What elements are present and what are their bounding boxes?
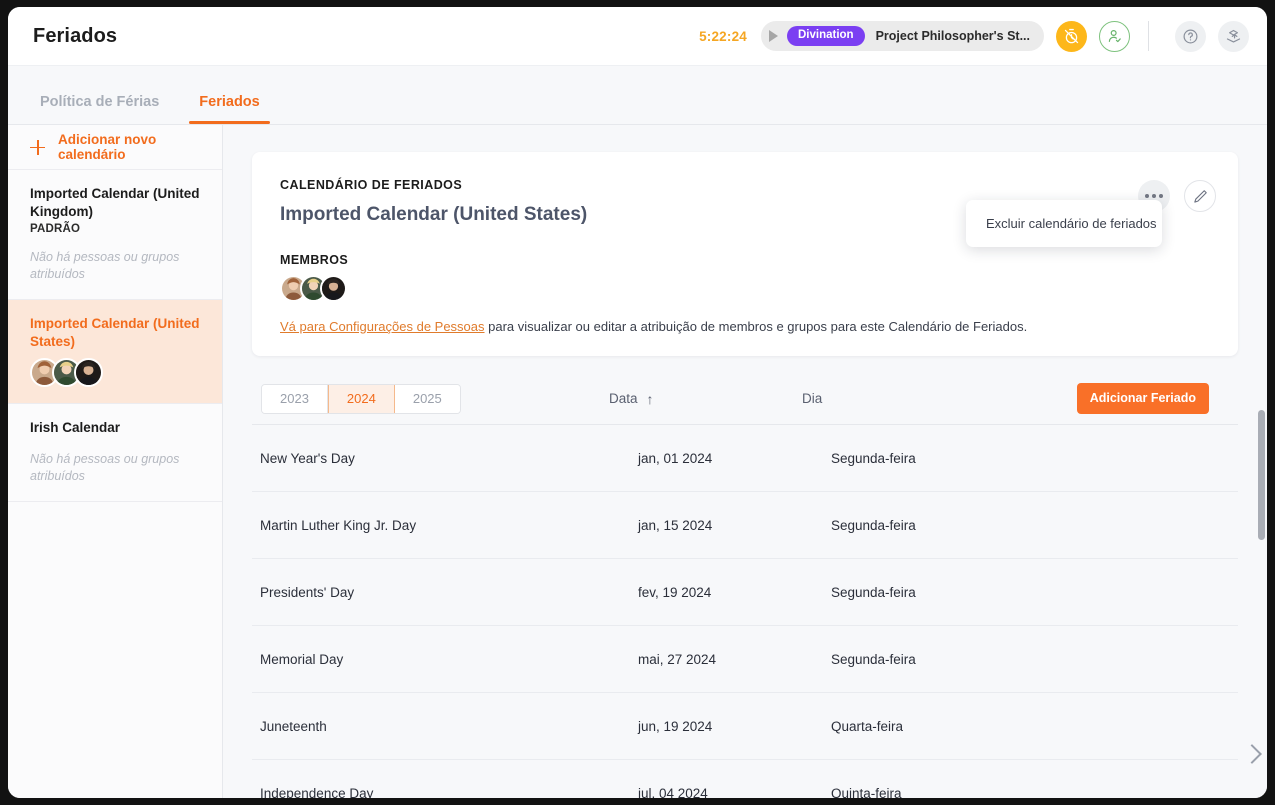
plus-icon xyxy=(30,139,45,155)
top-bar: Feriados 5:22:24 Divination Project Phil… xyxy=(8,7,1267,66)
sidebar-item-irish-calendar[interactable]: Irish Calendar Não há pessoas ou grupos … xyxy=(8,404,222,502)
holiday-date: jun, 19 2024 xyxy=(638,718,713,734)
add-calendar-button[interactable]: Adicionar novo calendário xyxy=(8,125,222,170)
holiday-day: Quarta-feira xyxy=(831,718,904,734)
holiday-name: Presidents' Day xyxy=(260,584,355,600)
holiday-name: Martin Luther King Jr. Day xyxy=(260,517,417,533)
table-header: 2023 2024 2025 Data ↑ Dia Adicionar Feri… xyxy=(252,373,1238,425)
no-members-text: Não há pessoas ou grupos atribuídos xyxy=(30,452,180,483)
calendar-name: Irish Calendar xyxy=(30,420,121,435)
table-row[interactable]: Presidents' Day fev, 19 2024 Segunda-fei… xyxy=(252,559,1238,626)
stopwatch-off-icon[interactable] xyxy=(1056,20,1087,52)
timer-display: 5:22:24 xyxy=(699,28,747,44)
people-settings-link[interactable]: Vá para Configurações de Pessoas xyxy=(280,319,485,334)
play-icon[interactable] xyxy=(769,30,778,42)
holiday-name: Juneteenth xyxy=(260,718,327,734)
holiday-day: Segunda-feira xyxy=(831,584,916,600)
avatar xyxy=(320,275,347,302)
column-header-data-label: Data xyxy=(609,391,638,406)
sidebar-item-calendar-us[interactable]: Imported Calendar (United States) xyxy=(8,300,222,404)
members-note-rest: para visualizar ou editar a atribuição d… xyxy=(484,319,1028,334)
calendar-sidebar: Adicionar novo calendário Imported Calen… xyxy=(8,125,223,798)
year-tab-2025[interactable]: 2025 xyxy=(394,384,460,413)
add-holiday-button[interactable]: Adicionar Feriado xyxy=(1076,383,1209,414)
calendar-name: Imported Calendar (United Kingdom) xyxy=(30,186,200,219)
column-header-data[interactable]: Data ↑ xyxy=(609,391,654,407)
table-row[interactable]: Independence Day jul, 04 2024 Quinta-fei… xyxy=(252,760,1238,799)
pencil-icon[interactable] xyxy=(1184,180,1216,212)
calendar-detail-card: CALENDÁRIO DE FERIADOS Imported Calendar… xyxy=(252,152,1238,356)
no-members-text: Não há pessoas ou grupos atribuídos xyxy=(30,250,180,281)
table-row[interactable]: New Year's Day jan, 01 2024 Segunda-feir… xyxy=(252,425,1238,492)
members-note: Vá para Configurações de Pessoas para vi… xyxy=(280,319,1210,334)
project-badge: Divination xyxy=(787,25,865,47)
user-check-icon[interactable] xyxy=(1099,20,1130,52)
holiday-day: Segunda-feira xyxy=(831,450,916,466)
holiday-date: jul, 04 2024 xyxy=(638,785,708,799)
ellipsis-dots xyxy=(1145,194,1163,198)
holidays-table: 2023 2024 2025 Data ↑ Dia Adicionar Feri… xyxy=(223,373,1267,798)
sort-ascending-icon[interactable]: ↑ xyxy=(647,391,654,407)
holiday-day: Segunda-feira xyxy=(831,517,916,533)
default-badge: PADRÃO xyxy=(30,223,81,235)
page-title: Feriados xyxy=(33,24,118,47)
holiday-date: jan, 01 2024 xyxy=(638,450,713,466)
toolbar-divider xyxy=(1148,21,1149,51)
tab-feriados[interactable]: Feriados xyxy=(189,94,271,124)
vertical-scrollbar[interactable] xyxy=(1258,410,1265,540)
table-row[interactable]: Juneteenth jun, 19 2024 Quarta-feira xyxy=(252,693,1238,760)
calendar-name: Imported Calendar (United States) xyxy=(30,316,200,349)
holiday-name: New Year's Day xyxy=(260,450,355,466)
holiday-day: Quinta-feira xyxy=(831,785,902,799)
holiday-date: fev, 19 2024 xyxy=(638,584,712,600)
tab-politica-de-ferias[interactable]: Política de Férias xyxy=(36,94,163,124)
card-member-avatars xyxy=(280,275,1210,302)
section-tabs: Política de Férias Feriados xyxy=(8,66,1267,125)
sidebar-item-calendar-uk[interactable]: Imported Calendar (United Kingdom) PADRÃ… xyxy=(8,170,222,300)
member-avatars xyxy=(30,358,204,387)
delete-calendar-menu-item[interactable]: Excluir calendário de feriados xyxy=(986,216,1157,231)
add-calendar-label: Adicionar novo calendário xyxy=(58,132,157,162)
holiday-date: jan, 15 2024 xyxy=(638,517,713,533)
question-mark-icon[interactable] xyxy=(1175,20,1206,52)
holiday-name: Memorial Day xyxy=(260,651,344,667)
active-task-pill[interactable]: Divination Project Philosopher's St... xyxy=(761,21,1044,51)
holiday-name: Independence Day xyxy=(260,785,374,799)
apps-icon[interactable] xyxy=(1218,20,1249,52)
avatar xyxy=(74,358,103,387)
app-window: Feriados 5:22:24 Divination Project Phil… xyxy=(8,7,1267,798)
table-row[interactable]: Martin Luther King Jr. Day jan, 15 2024 … xyxy=(252,492,1238,559)
holiday-day: Segunda-feira xyxy=(831,651,916,667)
table-row[interactable]: Memorial Day mai, 27 2024 Segunda-feira xyxy=(252,626,1238,693)
task-name: Project Philosopher's St... xyxy=(875,29,1030,43)
card-kicker: CALENDÁRIO DE FERIADOS xyxy=(280,178,463,192)
calendar-context-menu: Excluir calendário de feriados xyxy=(966,200,1162,247)
year-tab-2023[interactable]: 2023 xyxy=(262,384,328,413)
members-label: MEMBROS xyxy=(280,253,349,267)
top-bar-right: 5:22:24 Divination Project Philosopher's… xyxy=(699,20,1267,52)
year-tab-2024[interactable]: 2024 xyxy=(327,384,395,413)
column-header-dia: Dia xyxy=(802,391,823,406)
holiday-date: mai, 27 2024 xyxy=(638,651,717,667)
year-selector: 2023 2024 2025 xyxy=(261,383,461,414)
body: Adicionar novo calendário Imported Calen… xyxy=(8,125,1267,798)
main-content: CALENDÁRIO DE FERIADOS Imported Calendar… xyxy=(223,125,1267,798)
